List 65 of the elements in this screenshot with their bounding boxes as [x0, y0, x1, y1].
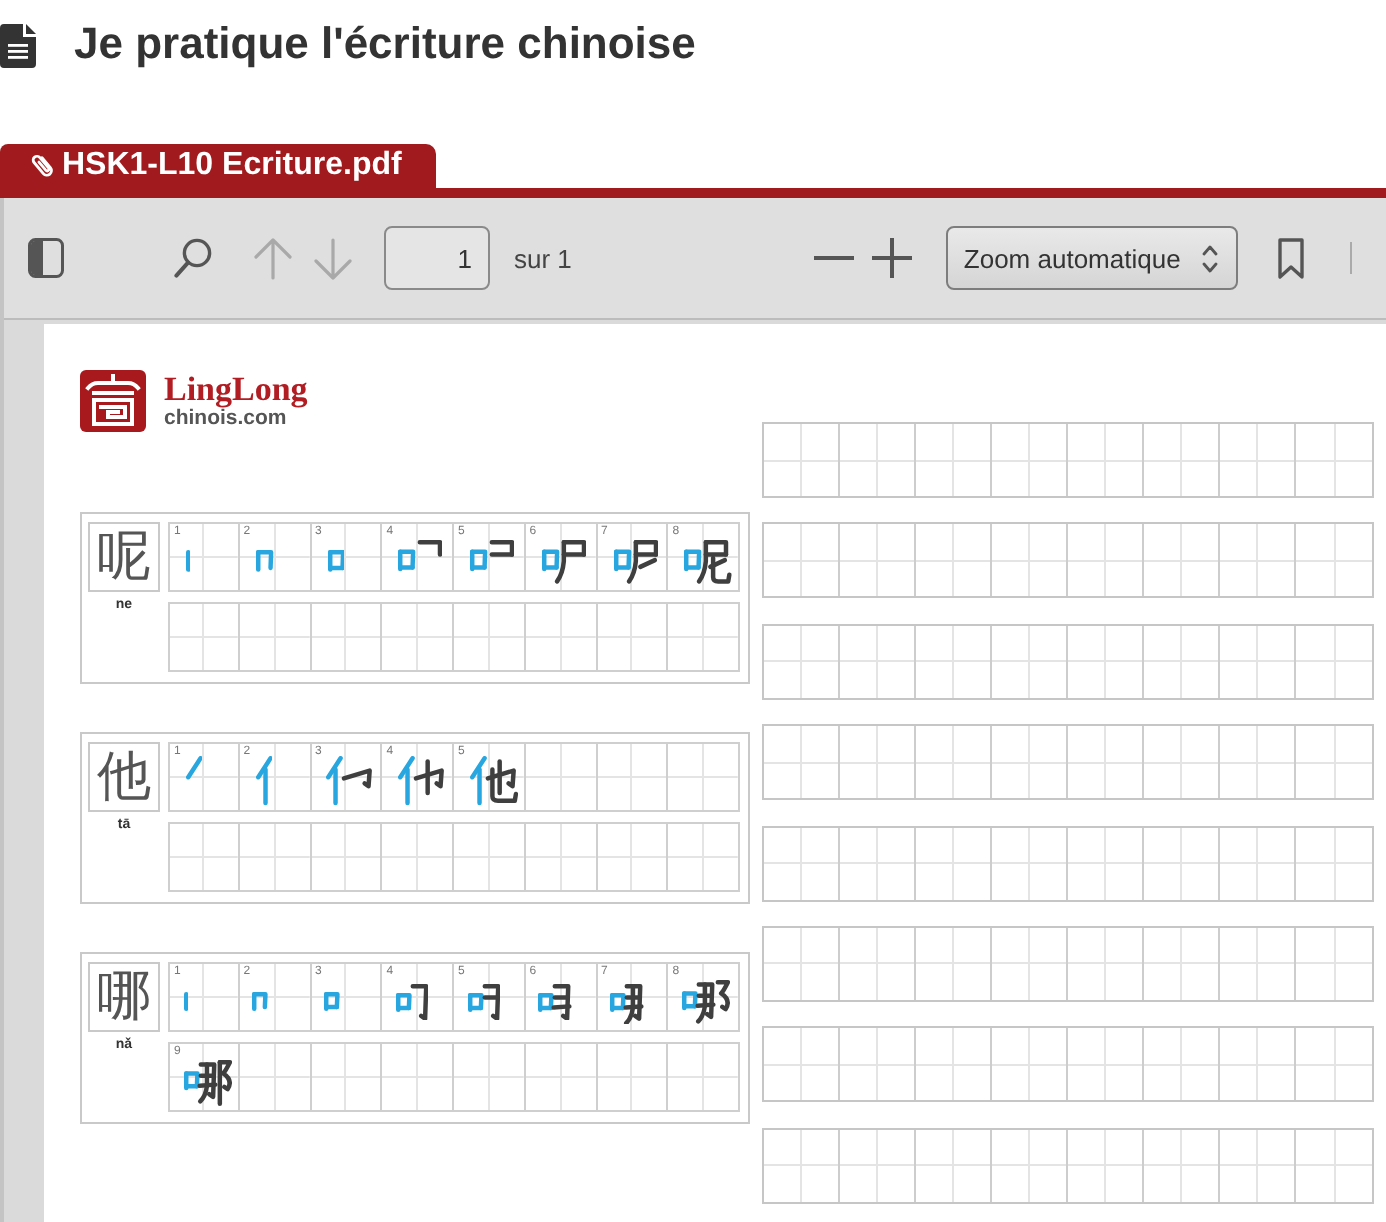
writing-cell	[597, 602, 669, 672]
stroke-order-drawing	[324, 992, 340, 1012]
stroke-order-drawing	[327, 549, 345, 572]
writing-cell	[597, 1042, 669, 1112]
bookmark-icon[interactable]	[1277, 237, 1304, 279]
writing-cell	[454, 602, 526, 672]
stroke-order-drawing	[398, 539, 443, 572]
model-character: 呢	[88, 522, 160, 592]
writing-cell	[239, 602, 311, 672]
writing-cell	[668, 1042, 740, 1112]
stroke-order-drawing	[326, 756, 373, 806]
writing-cell	[525, 1042, 597, 1112]
logo-domain: chinois.com	[164, 406, 287, 430]
stroke-order-drawing	[186, 549, 191, 572]
writing-cell	[525, 602, 597, 672]
writing-cell	[311, 602, 383, 672]
page-number-input[interactable]: 1	[384, 226, 490, 290]
writing-cell	[311, 1042, 383, 1112]
attachment-tab[interactable]: HSK1-L10 Ecriture.pdf	[0, 144, 436, 188]
stroke-order-drawing	[183, 1060, 232, 1107]
writing-cell	[597, 742, 669, 812]
writing-cell	[168, 602, 240, 672]
writing-cell	[382, 1042, 454, 1112]
model-character: 他	[88, 742, 160, 812]
stroke-order-drawing	[470, 539, 515, 572]
stroke-order-drawing	[252, 992, 269, 1012]
stroke-order-drawing	[613, 539, 658, 584]
writing-cell	[668, 822, 740, 892]
stroke-order-drawing	[610, 983, 644, 1025]
writing-cell	[311, 822, 383, 892]
search-icon[interactable]	[174, 238, 212, 278]
stroke-order-drawing	[398, 756, 444, 806]
model-character: 哪	[88, 962, 160, 1032]
document-icon	[0, 24, 36, 68]
writing-cell	[454, 822, 526, 892]
paperclip-icon	[30, 152, 56, 180]
stroke-order-drawing	[541, 539, 586, 584]
stroke-order-drawing	[467, 983, 500, 1021]
writing-cell	[382, 602, 454, 672]
stroke-order-drawing	[684, 539, 733, 584]
stroke-order-drawing	[395, 983, 429, 1021]
logo-name: LingLong	[164, 372, 308, 406]
writing-cell	[239, 822, 311, 892]
page-title: Je pratique l'écriture chinoise	[74, 18, 696, 70]
zoom-select[interactable]: Zoom automatique	[945, 226, 1238, 290]
stroke-order-drawing	[469, 756, 518, 806]
writing-cell	[668, 602, 740, 672]
caret-icon	[1201, 243, 1218, 273]
writing-cell	[382, 822, 454, 892]
plus-icon[interactable]	[871, 238, 912, 278]
minus-icon[interactable]	[813, 256, 854, 260]
sidebar-toggle-icon[interactable]	[28, 238, 64, 278]
writing-cell	[454, 1042, 526, 1112]
writing-cell	[525, 822, 597, 892]
writing-cell	[597, 822, 669, 892]
writing-cell	[668, 742, 740, 812]
writing-cell	[168, 822, 240, 892]
stroke-order-drawing	[255, 756, 272, 806]
stroke-order-drawing	[255, 549, 273, 572]
stroke-order-drawing	[185, 756, 203, 780]
page-count: sur 1	[514, 243, 572, 273]
stroke-order-drawing	[183, 992, 188, 1012]
stroke-order-drawing	[681, 980, 730, 1025]
stroke-order-drawing	[538, 983, 573, 1021]
logo-icon	[80, 370, 146, 432]
